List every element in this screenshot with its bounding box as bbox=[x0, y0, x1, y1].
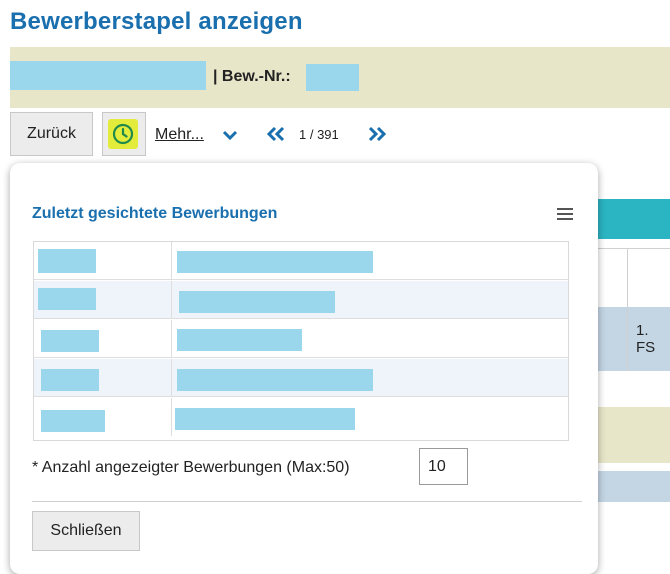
list-item[interactable] bbox=[34, 281, 568, 319]
redacted-cell bbox=[38, 249, 96, 273]
hamburger-menu-icon[interactable] bbox=[557, 208, 573, 220]
popup-title: Zuletzt gesichtete Bewerbungen bbox=[32, 205, 278, 222]
redacted-cell bbox=[177, 369, 373, 391]
popup-divider bbox=[32, 501, 582, 502]
redacted-cell bbox=[41, 410, 105, 432]
redacted-applicant-name bbox=[10, 61, 206, 90]
redacted-cell bbox=[177, 329, 302, 351]
list-item[interactable] bbox=[34, 242, 568, 280]
double-chevron-right-icon[interactable] bbox=[366, 126, 388, 142]
count-input[interactable] bbox=[419, 448, 468, 485]
chevron-down-icon[interactable] bbox=[222, 129, 238, 141]
list-item[interactable] bbox=[34, 359, 568, 397]
redacted-cell bbox=[38, 288, 96, 310]
close-button[interactable]: Schließen bbox=[32, 511, 140, 551]
recent-applications-popup: Zuletzt gesichtete Bewerbungen * Anzahl … bbox=[10, 163, 598, 574]
back-button[interactable]: Zurück bbox=[10, 112, 93, 156]
recent-history-button[interactable] bbox=[102, 112, 146, 156]
count-label: * Anzahl angezeigter Bewerbungen (Max:50… bbox=[32, 459, 350, 476]
page-title: Bewerberstapel anzeigen bbox=[10, 8, 303, 35]
redacted-cell bbox=[41, 330, 99, 352]
redacted-cell bbox=[175, 408, 355, 430]
redacted-cell bbox=[177, 251, 373, 273]
double-chevron-left-icon[interactable] bbox=[265, 126, 287, 142]
background-beige-row bbox=[590, 407, 670, 463]
list-item[interactable] bbox=[34, 398, 568, 436]
redacted-cell bbox=[41, 369, 99, 391]
background-divider bbox=[590, 248, 670, 249]
more-menu-link[interactable]: Mehr... bbox=[155, 126, 204, 144]
bew-nr-label: | Bew.-Nr.: bbox=[213, 68, 291, 85]
list-item[interactable] bbox=[34, 320, 568, 358]
background-cell-text: 1. FS bbox=[636, 322, 656, 356]
clock-icon bbox=[112, 123, 134, 145]
redacted-bew-nr bbox=[306, 64, 359, 91]
background-teal-header bbox=[590, 199, 670, 239]
redacted-cell bbox=[179, 291, 335, 313]
background-blue-row bbox=[590, 471, 670, 502]
recent-applications-list bbox=[33, 241, 569, 441]
background-column-divider bbox=[627, 249, 628, 371]
pager-text: 1 / 391 bbox=[299, 127, 339, 142]
